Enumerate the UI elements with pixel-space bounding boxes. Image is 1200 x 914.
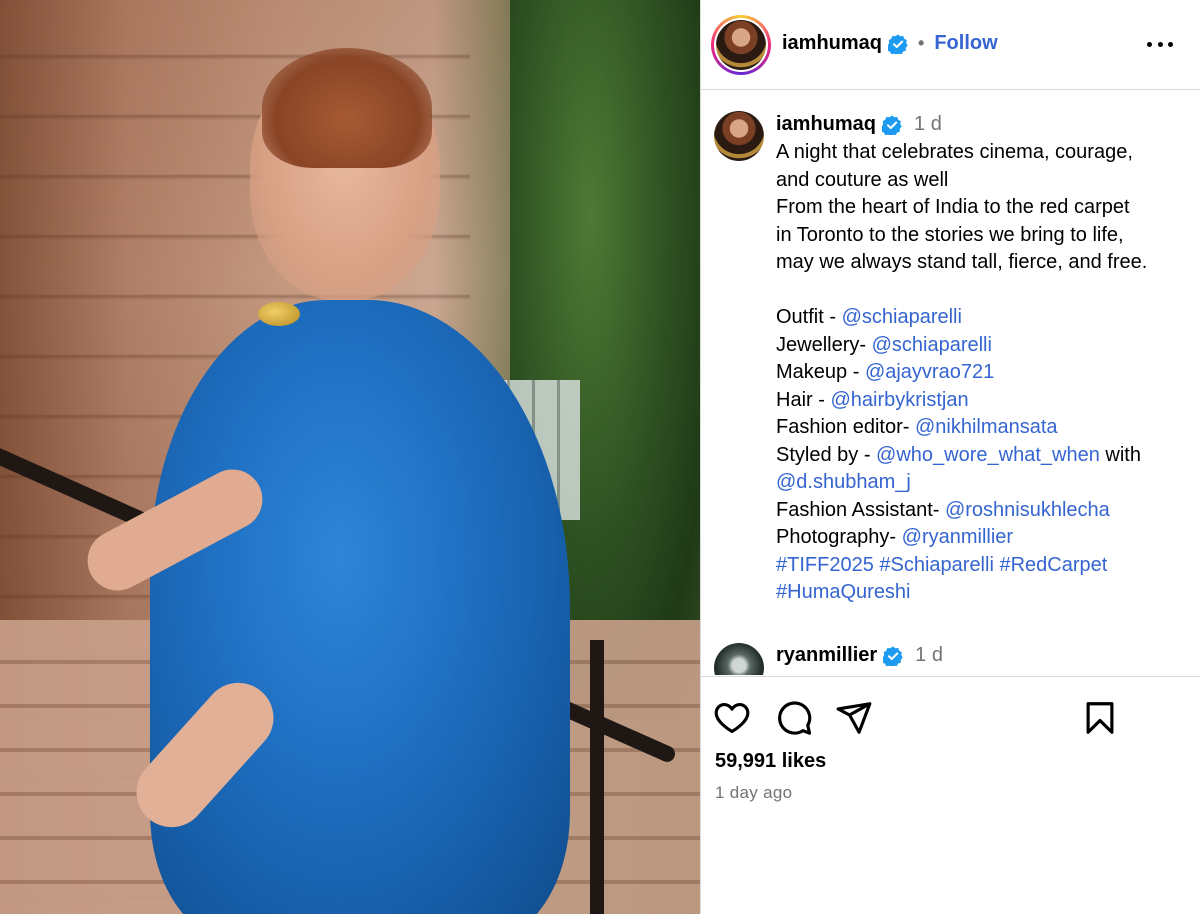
post-image[interactable] xyxy=(0,0,700,914)
more-options-icon[interactable] xyxy=(1147,34,1173,54)
hashtag-line[interactable]: #TIFF2025 #Schiaparelli #RedCarpet xyxy=(776,552,1191,580)
credit-line: Jewellery- @schiaparelli xyxy=(776,333,992,356)
bookmark-icon[interactable] xyxy=(1081,699,1119,737)
share-icon[interactable] xyxy=(835,699,873,737)
credit-line: Fashion editor- @nikhilmansata xyxy=(776,416,1058,438)
caption-time[interactable]: 1 d xyxy=(914,111,942,139)
credit-line: @d.shubham_j xyxy=(776,469,1191,497)
gold-neck-ring xyxy=(258,302,300,326)
action-bar: 59,991 likes 1 day ago xyxy=(701,676,1200,914)
caption-avatar[interactable] xyxy=(714,111,764,161)
mention-link[interactable]: @ajayvrao721 xyxy=(865,361,994,383)
caption-line: may we always stand tall, fierce, and fr… xyxy=(776,251,1148,273)
comment-icon[interactable] xyxy=(775,699,813,737)
mention-link[interactable]: @roshnisukhlecha xyxy=(945,499,1110,521)
mention-link[interactable]: @ryanmillier xyxy=(902,526,1013,548)
hashtag-line[interactable]: #HumaQureshi xyxy=(776,579,1191,607)
follow-button[interactable]: Follow xyxy=(934,32,997,55)
comment-username[interactable]: ryanmillier xyxy=(776,644,877,667)
mention-link[interactable]: @schiaparelli xyxy=(872,334,992,356)
caption-header: iamhumaq 1 d xyxy=(776,111,1191,139)
verified-badge-icon xyxy=(882,115,902,135)
comment-time[interactable]: 1 d xyxy=(915,644,943,667)
caption-username[interactable]: iamhumaq xyxy=(776,111,876,139)
caption-line: and couture as well xyxy=(776,168,949,191)
credit-line: Outfit - @schiaparelli xyxy=(776,306,962,328)
story-ring-avatar[interactable] xyxy=(711,15,771,75)
comments-section[interactable]: iamhumaq 1 d A night that celebrates cin… xyxy=(701,91,1200,675)
caption-line: From the heart of India to the red carpe… xyxy=(776,196,1130,218)
post-header: iamhumaq • Follow xyxy=(701,0,1200,90)
credit-line: Photography- @ryanmillier xyxy=(776,526,1014,548)
credit-line: Fashion Assistant- @roshnisukhlecha xyxy=(776,498,1110,521)
header-user: iamhumaq • Follow xyxy=(782,32,998,55)
rail-post xyxy=(590,640,604,914)
blue-dress xyxy=(150,300,570,914)
mention-link[interactable]: @d.shubham_j xyxy=(776,471,911,493)
mention-link[interactable]: @hairbykristjan xyxy=(830,389,968,411)
comment-avatar[interactable] xyxy=(714,643,764,675)
caption-line: A night that celebrates cinema, courage, xyxy=(776,141,1133,163)
verified-badge-icon xyxy=(888,34,908,54)
post-date[interactable]: 1 day ago xyxy=(715,783,792,803)
caption-line: in Toronto to the stories we bring to li… xyxy=(776,223,1124,246)
comment-header: ryanmillier 1 d xyxy=(776,644,943,667)
mention-link[interactable]: @schiaparelli xyxy=(842,306,962,328)
verified-badge-icon xyxy=(883,646,903,666)
mention-link[interactable]: @nikhilmansata xyxy=(915,416,1058,438)
credit-line: Styled by - @who_wore_what_when with xyxy=(776,443,1141,466)
credit-line: Hair - @hairbykristjan xyxy=(776,388,969,411)
hair xyxy=(262,48,432,168)
likes-count[interactable]: 59,991 likes xyxy=(715,750,826,773)
credit-line: Makeup - @ajayvrao721 xyxy=(776,361,995,383)
header-separator: • xyxy=(918,33,925,53)
mention-link[interactable]: @who_wore_what_when xyxy=(876,444,1100,466)
caption: iamhumaq 1 d A night that celebrates cin… xyxy=(776,111,1191,607)
header-username[interactable]: iamhumaq xyxy=(782,32,882,55)
avatar xyxy=(716,20,766,70)
post-sidebar: iamhumaq • Follow iamhumaq 1 d A night t… xyxy=(700,0,1200,914)
heart-icon[interactable] xyxy=(713,699,751,737)
